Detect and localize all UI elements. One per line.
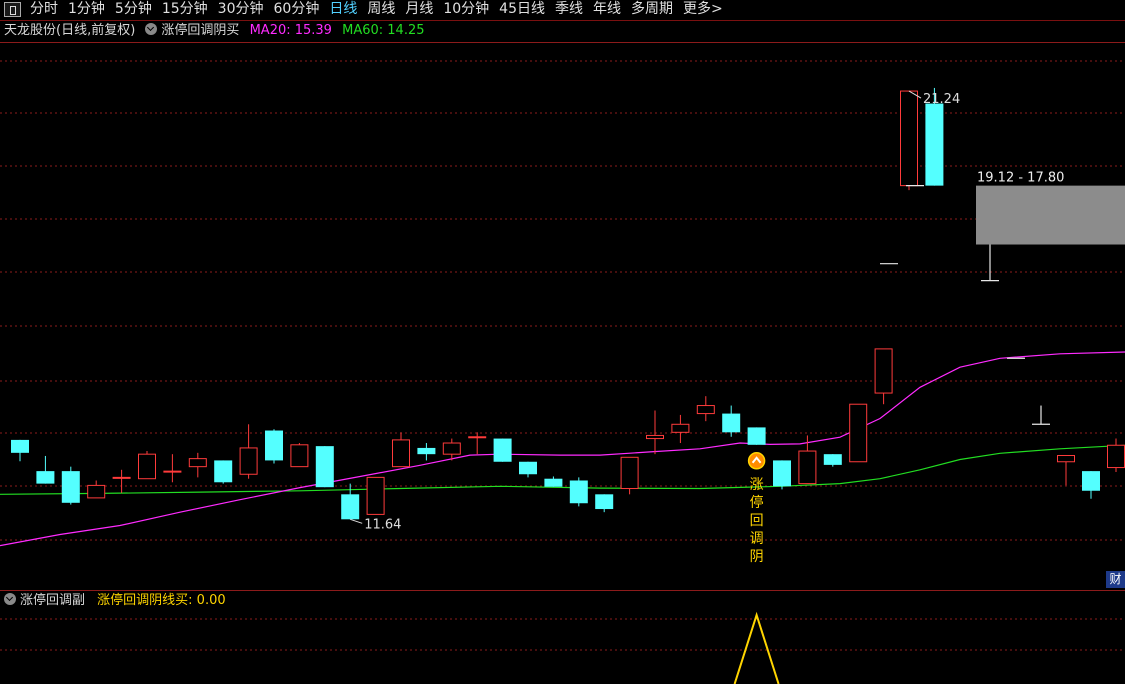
candle-12-body	[315, 446, 334, 488]
signal-char-2: 回	[750, 513, 764, 529]
main-panel-header: 天龙股份(日线,前复权) 涨停回调阴买 MA20: 15.39 MA60: 14…	[4, 23, 425, 39]
candle-24-body	[620, 456, 639, 490]
signal-char-0: 涨	[750, 477, 764, 493]
candle-10-body	[265, 430, 283, 461]
candle-right-2-body	[1107, 444, 1125, 469]
low-pointer	[350, 518, 363, 524]
chart-canvas: 21.24 11.64 19.12 - 17.80 涨停回调阴	[0, 60, 1125, 684]
candle-22-body	[569, 480, 588, 504]
indicator-name[interactable]: 涨停回调阴买	[161, 23, 239, 38]
candle-1-body	[36, 471, 55, 484]
candle-6-body	[163, 470, 182, 473]
signal-circle-icon	[747, 452, 766, 470]
candle-0-body	[11, 439, 29, 453]
candle-17-body	[442, 442, 461, 455]
high-label: 21.24	[923, 92, 960, 107]
candle-2-body	[61, 471, 80, 503]
candle-8-body	[214, 460, 233, 483]
candle-3-body	[87, 484, 106, 499]
sub-panel-header: 涨停回调副 涨停回调阴线买: 0.00	[4, 593, 226, 609]
signal-char-4: 阴	[750, 549, 764, 565]
ma60-label: MA60: 14.25	[342, 23, 425, 38]
ma60-series	[0, 444, 1125, 495]
candle-19-body	[493, 438, 512, 462]
candle-9-body	[239, 447, 258, 475]
candle-34-body	[874, 348, 893, 394]
candle-33-body	[849, 403, 868, 463]
signal-char-3: 调	[750, 531, 764, 547]
low-label: 11.64	[364, 517, 401, 532]
candle-20-body	[519, 461, 537, 475]
sub-indicator-value: 涨停回调阴线买: 0.00	[97, 593, 226, 608]
price-range-box	[976, 185, 1125, 245]
candle-13-body	[341, 494, 360, 520]
buy-signal-marker: 涨停回调阴	[747, 452, 766, 565]
grid-lines	[0, 60, 1125, 651]
candle-23-body	[595, 494, 614, 510]
sub-indicator-menu-icon[interactable]	[4, 593, 16, 605]
candle-7-body	[188, 458, 207, 468]
candle-right-1-body	[1082, 471, 1100, 491]
range-label: 19.12 - 17.80	[977, 171, 1064, 186]
finance-tag[interactable]: 财	[1106, 571, 1125, 588]
candle-5-body	[138, 453, 156, 480]
candle-18-body	[468, 436, 487, 439]
ma20-label: MA20: 15.39	[249, 23, 332, 38]
candle-29-body	[747, 427, 766, 445]
candle-15-body	[392, 439, 410, 468]
candle-11-body	[290, 444, 309, 468]
candle-31-body	[798, 450, 817, 485]
candle-4-body	[112, 476, 131, 479]
sub-indicator-name[interactable]: 涨停回调副	[20, 593, 85, 608]
range-box-group	[976, 185, 1125, 245]
candle-25-body	[646, 434, 664, 440]
candle-26-body	[671, 423, 690, 433]
price-marks: 21.24 11.64 19.12 - 17.80	[350, 90, 1064, 532]
candle-32-body	[823, 454, 842, 465]
indicator-menu-icon[interactable]	[145, 23, 158, 35]
candle-right-0-body	[1057, 455, 1075, 463]
candle-21-body	[544, 478, 563, 487]
candle-30-body	[773, 460, 791, 487]
candle-35-body	[900, 90, 918, 187]
ma60-line	[0, 444, 1125, 495]
candle-28-body	[722, 413, 741, 433]
candle-14-body	[366, 476, 385, 515]
signal-char-1: 停	[750, 494, 764, 511]
candle-27-body	[696, 405, 715, 415]
candle-16-body	[417, 447, 436, 455]
candle-36-body	[925, 103, 944, 186]
stock-label: 天龙股份(日线,前复权)	[4, 23, 136, 38]
